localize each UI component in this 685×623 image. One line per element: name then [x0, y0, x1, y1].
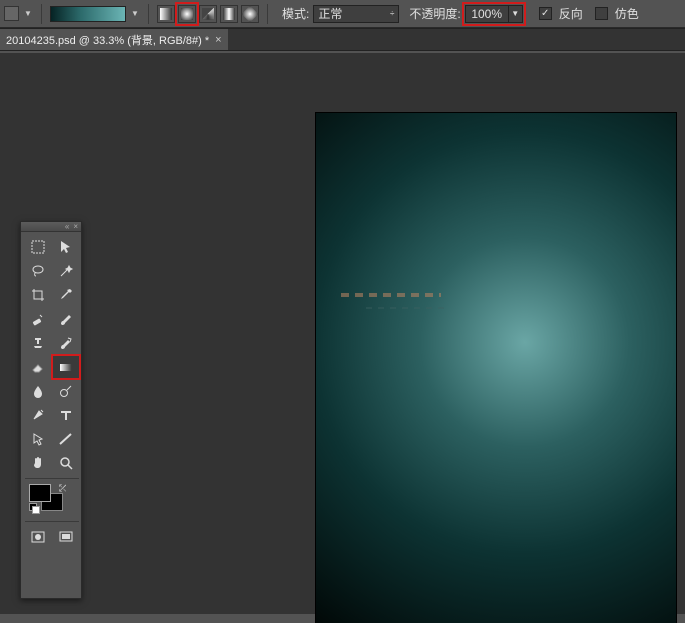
reverse-checkbox[interactable]: ✓	[539, 7, 552, 20]
opacity-label: 不透明度:	[409, 5, 460, 22]
color-swatches[interactable]: ⤭	[27, 483, 79, 517]
canvas[interactable]	[316, 113, 676, 623]
dodge-tool[interactable]	[53, 380, 79, 402]
quick-mask-button[interactable]	[25, 526, 51, 548]
foreground-color-swatch[interactable]	[29, 484, 51, 502]
toolbox-header[interactable]: « ×	[21, 222, 81, 232]
document-tab-bar: 20104235.psd @ 33.3% (背景, RGB/8#) * ×	[0, 28, 685, 51]
gradient-preview[interactable]	[50, 6, 126, 22]
gradient-angle-button[interactable]	[199, 5, 217, 23]
swap-colors-icon[interactable]: ⤭	[59, 483, 66, 494]
gradient-picker-dropdown-icon[interactable]: ▼	[130, 9, 140, 19]
gradient-linear-button[interactable]	[157, 5, 175, 23]
gradient-type-group	[157, 5, 259, 23]
tool-preset-swatch[interactable]	[4, 6, 19, 21]
opacity-dropdown-icon[interactable]: ▼	[509, 5, 523, 23]
clone-stamp-tool[interactable]	[25, 332, 51, 354]
shape-tool[interactable]	[53, 428, 79, 450]
zoom-tool[interactable]	[53, 452, 79, 474]
history-brush-tool[interactable]	[53, 332, 79, 354]
document-tab-title: 20104235.psd @ 33.3% (背景, RGB/8#) *	[6, 32, 209, 48]
brush-tool[interactable]	[53, 308, 79, 330]
workspace-area: « ×	[0, 53, 685, 614]
blend-mode-value: 正常	[318, 5, 342, 22]
divider	[148, 4, 149, 24]
pen-tool[interactable]	[25, 404, 51, 426]
default-colors-icon[interactable]	[29, 503, 39, 513]
move-tool[interactable]	[53, 236, 79, 258]
opacity-input[interactable]: 100%	[465, 5, 509, 23]
hand-tool[interactable]	[25, 452, 51, 474]
tool-preset-dropdown-icon[interactable]: ▼	[23, 9, 33, 19]
eraser-tool[interactable]	[25, 356, 51, 378]
magic-wand-tool[interactable]	[53, 260, 79, 282]
collapse-icon[interactable]: «	[65, 223, 69, 231]
close-icon[interactable]: ×	[73, 223, 78, 231]
healing-brush-tool[interactable]	[25, 308, 51, 330]
document-tab[interactable]: 20104235.psd @ 33.3% (背景, RGB/8#) * ×	[0, 29, 228, 50]
crop-tool[interactable]	[25, 284, 51, 306]
canvas-stroke-mark	[366, 307, 446, 309]
toolbox-panel: « ×	[20, 221, 82, 599]
dither-checkbox[interactable]	[595, 7, 608, 20]
path-select-tool[interactable]	[25, 428, 51, 450]
type-tool[interactable]	[53, 404, 79, 426]
blend-mode-select[interactable]: 正常 ÷	[313, 5, 399, 23]
gradient-reflected-button[interactable]	[220, 5, 238, 23]
close-icon[interactable]: ×	[215, 34, 221, 46]
gradient-diamond-button[interactable]	[241, 5, 259, 23]
toolbox-separator	[25, 521, 79, 522]
lasso-tool[interactable]	[25, 260, 51, 282]
rect-marquee-tool[interactable]	[25, 236, 51, 258]
gradient-options-bar: ▼ ▼ 模式: 正常 ÷ 不透明度: 100% ▼ ✓ 反向 仿色	[0, 0, 685, 28]
toolbox-separator	[25, 478, 79, 479]
divider	[267, 4, 268, 24]
reverse-label: 反向	[559, 5, 583, 22]
screen-mode-button[interactable]	[53, 526, 79, 548]
eyedropper-tool[interactable]	[53, 284, 79, 306]
mode-label: 模式:	[282, 5, 309, 22]
blur-tool[interactable]	[25, 380, 51, 402]
gradient-tool[interactable]	[53, 356, 79, 378]
canvas-stroke-mark	[341, 293, 441, 297]
divider	[41, 4, 42, 24]
dither-label: 仿色	[615, 5, 639, 22]
gradient-radial-button[interactable]	[178, 5, 196, 23]
